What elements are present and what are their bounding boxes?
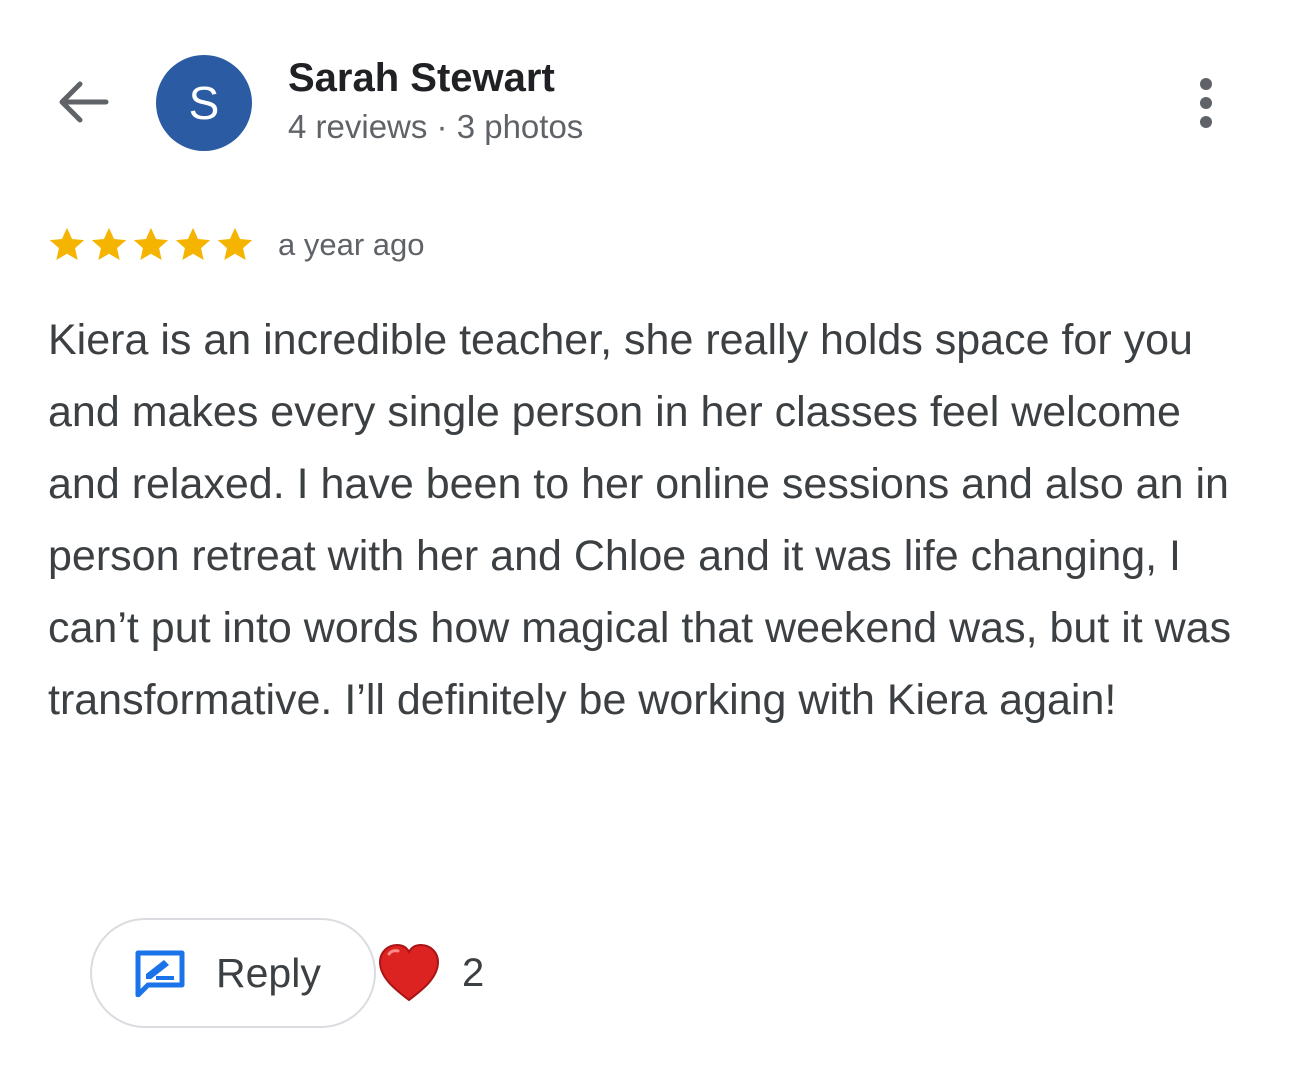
star-icon	[91, 227, 127, 261]
review-actions: Reply 2	[90, 916, 484, 1030]
star-icon	[49, 227, 85, 261]
star-rating	[46, 224, 256, 266]
rating-row: a year ago	[46, 220, 425, 270]
reaction-count: 2	[462, 950, 485, 995]
reply-edit-icon	[135, 950, 185, 997]
star-icon	[217, 227, 253, 261]
avatar[interactable]: S	[156, 55, 252, 151]
back-button[interactable]	[52, 72, 112, 132]
review-time: a year ago	[278, 227, 425, 262]
star-icon	[133, 227, 169, 261]
review-text: Kiera is an incredible teacher, she real…	[48, 316, 1232, 724]
reviewer-meta: 4 reviews · 3 photos	[288, 108, 584, 145]
reaction-button[interactable]: 2	[376, 942, 484, 1004]
reply-button[interactable]: Reply	[90, 918, 376, 1028]
arrow-left-icon	[59, 81, 109, 123]
red-heart-icon	[378, 943, 440, 1002]
reply-label: Reply	[216, 949, 321, 996]
reviewer-name[interactable]: Sarah Stewart	[288, 56, 555, 101]
star-icon	[175, 227, 211, 261]
more-options-button[interactable]	[1178, 70, 1234, 136]
avatar-letter: S	[188, 77, 220, 129]
review-header: S Sarah Stewart 4 reviews · 3 photos	[0, 0, 1290, 180]
more-vertical-icon	[1200, 78, 1212, 90]
